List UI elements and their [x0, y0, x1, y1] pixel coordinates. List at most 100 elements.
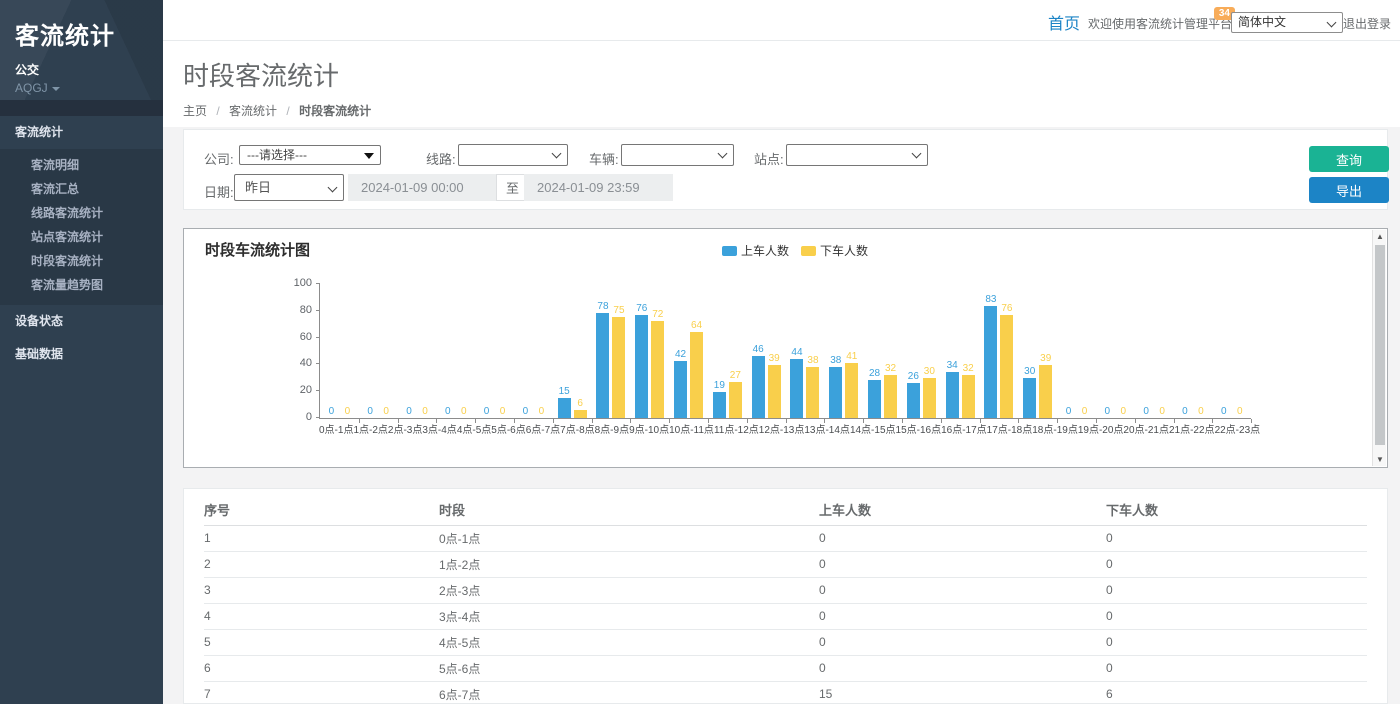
- x-axis-tick-label: 6点-7点: [526, 421, 560, 436]
- chart-category-group: 00: [1212, 284, 1251, 418]
- bar-value-label: 76: [1001, 303, 1012, 314]
- legend-item[interactable]: 上车人数: [722, 242, 789, 259]
- bar: [907, 383, 920, 418]
- bar-value-label: 26: [908, 371, 919, 382]
- x-axis-tick-label: 8点-9点: [595, 421, 629, 436]
- vehicle-label: 车辆:: [589, 149, 619, 168]
- breadcrumb-home[interactable]: 主页: [183, 104, 207, 118]
- bar-column: 83: [984, 284, 997, 418]
- home-link[interactable]: 首页: [1048, 10, 1080, 34]
- table-cell: 2: [204, 551, 439, 577]
- scrollbar-down-arrow-icon[interactable]: ▼: [1373, 453, 1387, 466]
- bar-value-label: 42: [675, 349, 686, 360]
- chart-x-axis-labels: 0点-1点1点-2点2点-3点3点-4点4点-5点5点-6点6点-7点7点-8点…: [319, 421, 1251, 436]
- language-select[interactable]: 简体中文: [1231, 12, 1343, 33]
- bar: [845, 363, 858, 418]
- company-name: 公交: [15, 61, 148, 78]
- bar-value-label: 30: [1024, 366, 1035, 377]
- company-select[interactable]: ---请选择---: [239, 145, 381, 165]
- sidebar-item-station-passenger-stats[interactable]: 站点客流统计: [0, 225, 163, 249]
- bar-column: 15: [558, 284, 571, 418]
- query-button[interactable]: 查询: [1309, 146, 1389, 172]
- breadcrumb: 主页 / 客流统计 / 时段客流统计: [183, 102, 1400, 119]
- chart-category-group: 83 76: [980, 284, 1019, 418]
- table-cell: 5: [204, 629, 439, 655]
- bar-value-label: 0: [367, 406, 373, 417]
- sidebar-item-passenger-stats[interactable]: 客流统计: [0, 116, 163, 149]
- chart-category-group: 00: [359, 284, 398, 418]
- table-header-cell: 时段: [439, 495, 819, 525]
- bar-column: 0: [457, 284, 470, 418]
- x-axis-tick-label: 16点-17点: [941, 421, 987, 436]
- table-cell: 3: [204, 577, 439, 603]
- bar-column: 38: [829, 284, 842, 418]
- table-header-cell: 下车人数: [1106, 495, 1367, 525]
- sidebar-item-device-status[interactable]: 设备状态: [0, 305, 163, 338]
- x-axis-tick-label: 5点-6点: [491, 421, 525, 436]
- x-axis-tick-label: 9点-10点: [629, 421, 669, 436]
- sidebar-item-passenger-summary[interactable]: 客流汇总: [0, 177, 163, 201]
- company-label: 公司:: [204, 149, 234, 168]
- y-axis-tick-label: 80: [282, 304, 312, 316]
- x-axis-tick-label: 0点-1点: [319, 421, 353, 436]
- y-axis-tick-label: 20: [282, 384, 312, 396]
- logout-link[interactable]: 退出登录: [1343, 15, 1391, 32]
- bar-value-label: 75: [613, 305, 624, 316]
- chart-category-group: 26 30: [902, 284, 941, 418]
- sidebar-item-base-data[interactable]: 基础数据: [0, 338, 163, 371]
- legend-item[interactable]: 下车人数: [801, 242, 868, 259]
- scrollbar-thumb[interactable]: [1375, 245, 1385, 445]
- app-window: 客流统计 公交 AQGJ 客流统计客流明细客流汇总线路客流统计站点客流统计时段客…: [0, 0, 1400, 704]
- bar-value-label: 0: [422, 406, 428, 417]
- breadcrumb-current: 时段客流统计: [299, 104, 371, 118]
- table-cell: 1: [204, 525, 439, 551]
- account-dropdown[interactable]: AQGJ: [15, 81, 148, 95]
- bar-column: 0: [402, 284, 415, 418]
- scrollbar-up-arrow-icon[interactable]: ▲: [1373, 230, 1387, 243]
- sidebar-item-period-passenger-stats[interactable]: 时段客流统计: [0, 249, 163, 273]
- bar-column: 0: [418, 284, 431, 418]
- table-row: 10点-1点00: [204, 525, 1367, 551]
- sidebar-item-passenger-detail[interactable]: 客流明细: [0, 153, 163, 177]
- bar-column: 0: [364, 284, 377, 418]
- table-cell: 0: [1106, 551, 1367, 577]
- table-row: 76点-7点156: [204, 681, 1367, 704]
- line-select[interactable]: [458, 144, 568, 166]
- bar-column: 0: [1233, 284, 1246, 418]
- table-row: 65点-6点00: [204, 655, 1367, 681]
- date-start-input[interactable]: 2024-01-09 00:00: [348, 174, 496, 201]
- chart-category-group: 4639: [747, 284, 786, 418]
- breadcrumb-section[interactable]: 客流统计: [229, 104, 277, 118]
- bar-value-label: 0: [406, 406, 412, 417]
- chart-scrollbar[interactable]: ▲ ▼: [1372, 230, 1386, 466]
- date-end-input[interactable]: 2024-01-09 23:59: [524, 174, 673, 201]
- vehicle-select[interactable]: [621, 144, 734, 166]
- x-axis-tick-label: 18点-19点: [1032, 421, 1078, 436]
- sidebar-item-line-passenger-stats[interactable]: 线路客流统计: [0, 201, 163, 225]
- bar-column: 39: [1039, 284, 1052, 418]
- table-cell: 15: [819, 681, 1106, 704]
- bar-column: 72: [651, 284, 664, 418]
- station-select[interactable]: [786, 144, 928, 166]
- bar-value-label: 19: [714, 380, 725, 391]
- bar: [962, 375, 975, 418]
- export-button[interactable]: 导出: [1309, 177, 1389, 203]
- table-cell: 0: [819, 655, 1106, 681]
- sidebar-item-passenger-trend-chart[interactable]: 客流量趋势图: [0, 273, 163, 297]
- bar-column: 0: [1194, 284, 1207, 418]
- bar-column: 0: [496, 284, 509, 418]
- x-axis-tick-label: 13点-14点: [804, 421, 850, 436]
- table-cell: 4: [204, 603, 439, 629]
- bar-column: 0: [519, 284, 532, 418]
- station-label: 站点:: [754, 149, 784, 168]
- table-cell: 0: [819, 577, 1106, 603]
- x-axis-tick-label: 15点-16点: [896, 421, 942, 436]
- bar-column: 30: [923, 284, 936, 418]
- bar-value-label: 0: [461, 406, 467, 417]
- bar-column: 0: [1117, 284, 1130, 418]
- bar-column: 0: [1217, 284, 1230, 418]
- bar-column: 0: [380, 284, 393, 418]
- chart-category-group: 1927: [708, 284, 747, 418]
- date-preset-select[interactable]: 昨日: [234, 174, 344, 201]
- table-row: 54点-5点00: [204, 629, 1367, 655]
